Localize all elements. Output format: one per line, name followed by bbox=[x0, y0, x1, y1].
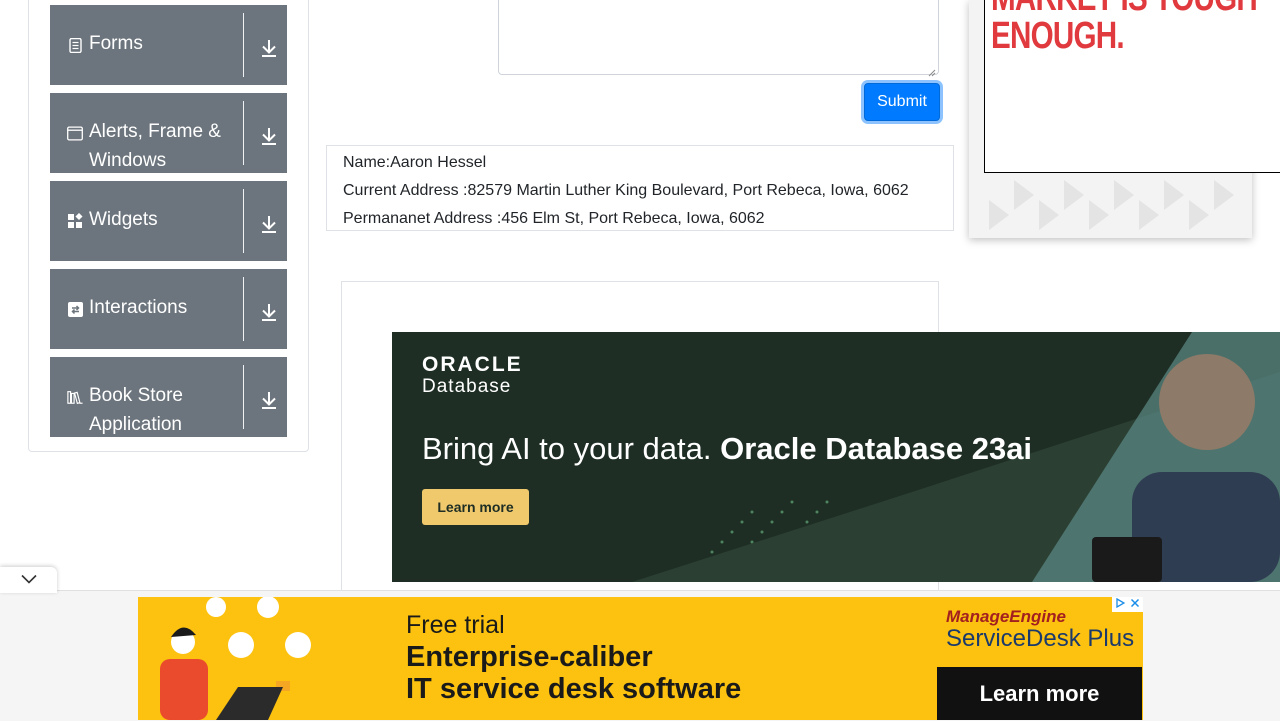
sidebar-group-label: Forms bbox=[89, 33, 143, 54]
manageengine-logo: ManageEngine bbox=[946, 607, 1066, 626]
sidebar-group-book-store[interactable]: Book Store Application bbox=[50, 357, 287, 437]
sidebar-group-label: Book Store Application bbox=[89, 385, 183, 435]
output-name: Name:Aaron Hessel bbox=[343, 154, 487, 171]
servicedesk-ad-banner[interactable]: Free trial Enterprise-caliber IT service… bbox=[138, 597, 1143, 720]
permanent-address-textarea[interactable] bbox=[498, 0, 939, 77]
output-permanent-address: Permananet Address :456 Elm St, Port Reb… bbox=[343, 210, 765, 227]
ad-tagline: Bring AI to your data. Oracle Database 2… bbox=[422, 431, 1033, 466]
ad-illustration bbox=[160, 597, 311, 720]
download-arrow-icon[interactable] bbox=[256, 211, 282, 237]
window-icon bbox=[67, 125, 83, 141]
right-ad[interactable]: MARKET IS TOUGH ENOUGH. bbox=[984, 0, 1280, 173]
interactions-icon bbox=[67, 301, 83, 317]
sidebar-group-widgets[interactable]: Widgets bbox=[50, 181, 287, 261]
output-current-address: Current Address :82579 Martin Luther Kin… bbox=[343, 182, 909, 199]
oracle-ad-banner[interactable]: ORACLE Database Bring AI to your data. O… bbox=[392, 332, 1280, 582]
learn-more-button[interactable]: Learn more bbox=[937, 667, 1142, 720]
submit-button[interactable]: Submit bbox=[864, 83, 940, 121]
sidebar-group-alerts[interactable]: Alerts, Frame & Windows bbox=[50, 93, 287, 173]
book-icon bbox=[67, 389, 83, 405]
group-divider bbox=[243, 101, 244, 165]
product-name: ServiceDesk Plus bbox=[946, 625, 1135, 652]
ad-headline: MARKET IS TOUGH ENOUGH. bbox=[991, 0, 1258, 57]
group-divider bbox=[243, 365, 244, 429]
close-icon[interactable] bbox=[1130, 598, 1140, 611]
sidebar-group-label: Widgets bbox=[89, 209, 158, 230]
sidebar-group-label: Alerts, Frame & Windows bbox=[89, 121, 221, 171]
download-arrow-icon[interactable] bbox=[256, 387, 282, 413]
sidebar-group-interactions[interactable]: Interactions bbox=[50, 269, 287, 349]
download-arrow-icon[interactable] bbox=[256, 123, 282, 149]
group-divider bbox=[243, 277, 244, 341]
download-arrow-icon[interactable] bbox=[256, 35, 282, 61]
group-divider bbox=[243, 13, 244, 77]
chevron-down-icon bbox=[20, 571, 37, 589]
sidebar-group-forms[interactable]: Forms bbox=[50, 5, 287, 85]
ad-info-icon[interactable] bbox=[1115, 597, 1126, 611]
oracle-logo: ORACLE Database bbox=[422, 353, 523, 398]
ad-copy: Free trial Enterprise-caliber IT service… bbox=[406, 611, 742, 705]
sidebar-group-label: Interactions bbox=[89, 297, 188, 318]
form-icon bbox=[67, 37, 83, 53]
learn-more-button[interactable]: Learn more bbox=[422, 489, 529, 525]
group-divider bbox=[243, 189, 244, 253]
download-arrow-icon[interactable] bbox=[256, 299, 282, 325]
resize-handle-icon[interactable] bbox=[928, 64, 936, 77]
ad-choices-controls[interactable] bbox=[1112, 597, 1143, 612]
output-panel: Name:Aaron Hessel Current Address :82579… bbox=[326, 145, 954, 231]
collapse-ad-button[interactable] bbox=[0, 567, 57, 593]
widgets-icon bbox=[67, 213, 83, 229]
